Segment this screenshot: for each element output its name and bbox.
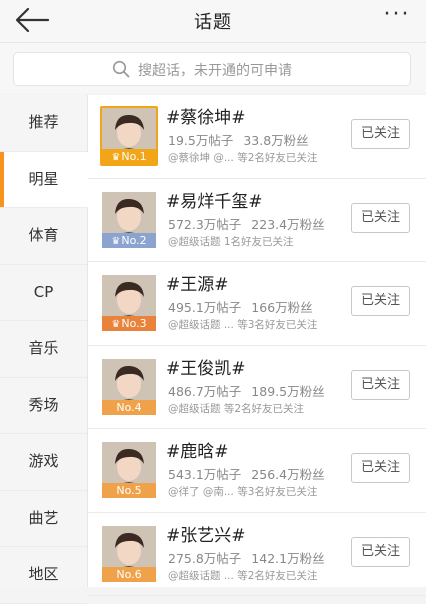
topic-list: ♛No.1 #蔡徐坤# 19.5万帖子 33.8万粉丝 @蔡徐坤 @... 等2名… [88,95,426,596]
topic-name[interactable]: #王源# [166,270,229,295]
rank-badge: ♛No.4 [102,399,156,415]
crown-icon: ♛ [111,235,121,247]
sidebar-item-games[interactable]: 游戏 [0,434,87,491]
page-title: 话题 [194,12,232,33]
topic-stats: 572.3万帖子 223.4万粉丝 [168,214,325,233]
post-count: 543.1万帖子 [168,467,242,482]
topic-name[interactable]: #鹿晗# [166,437,229,462]
fan-count: 33.8万粉丝 [243,133,309,148]
topic-row[interactable]: ♛No.3 #王源# 495.1万帖子 166万粉丝 @超级话题 ... 等3名好… [88,262,426,346]
friends-followed: @超级话题 ... 等2名好友已关注 [168,569,318,582]
sidebar-item-cp[interactable]: CP [0,265,87,321]
post-count: 275.8万帖子 [168,550,242,566]
fan-count: 189.5万粉丝 [251,383,325,399]
topic-stats: 275.8万帖子 142.1万粉丝 [168,548,325,567]
sidebar-item-recommend[interactable]: 推荐 [0,95,87,152]
rank-badge: ♛No.3 [102,316,156,331]
rank-badge: ♛No.5 [102,483,156,498]
topic-name[interactable]: #蔡徐坤# [166,103,246,128]
follow-button[interactable]: 已关注 [351,202,410,233]
post-count: 19.5万帖子 [168,133,234,148]
friends-followed: @蔡徐坤 @... 等2名好友已关注 [168,152,318,164]
topic-name[interactable]: #王俊凯# [166,354,246,379]
sidebar-item-sports[interactable]: 体育 [0,208,87,265]
friends-followed: @超级话题 ... 等3名好友已关注 [168,319,318,331]
friends-followed: @超级话题 1名好友已关注 [168,235,294,248]
sidebar-item-show[interactable]: 秀场 [0,378,87,434]
topic-row[interactable]: ♛No.5 #鹿晗# 543.1万帖子 256.4万粉丝 @徉了 @南... 等3… [88,429,426,513]
rank-badge: ♛No.1 [102,149,156,164]
fan-count: 166万粉丝 [251,300,313,315]
sidebar-item-region[interactable]: 地区 [0,547,87,604]
follow-button[interactable]: 已关注 [351,453,410,483]
sidebar-item-opera[interactable]: 曲艺 [0,491,87,547]
topic-row[interactable]: ♛No.6 #张艺兴# 275.8万帖子 142.1万粉丝 @超级话题 ... 等… [88,513,426,596]
avatar[interactable]: ♛No.1 [100,106,158,166]
friends-followed: @徉了 @南... 等3名好友已关注 [168,486,318,498]
topic-row[interactable]: ♛No.1 #蔡徐坤# 19.5万帖子 33.8万粉丝 @蔡徐坤 @... 等2名… [88,95,426,179]
topic-name[interactable]: #张艺兴# [166,521,246,546]
search-placeholder: 搜超话，未开通的可申请 [138,63,292,79]
topic-stats: 495.1万帖子 166万粉丝 [168,297,313,316]
crown-icon: ♛ [111,152,121,163]
topic-row[interactable]: ♛No.4 #王俊凯# 486.7万帖子 189.5万粉丝 @超级话题 等2名好友… [88,346,426,429]
fan-count: 256.4万粉丝 [251,467,325,482]
category-sidebar: 推荐 明星 体育 CP 音乐 秀场 游戏 曲艺 地区 [0,95,88,604]
avatar[interactable]: ♛No.4 [100,356,158,417]
rank-badge: ♛No.2 [102,232,156,248]
topic-row[interactable]: ♛No.2 #易烊千玺# 572.3万帖子 223.4万粉丝 @超级话题 1名好友… [88,179,426,262]
sidebar-item-stars[interactable]: 明星 [0,151,88,208]
topic-name[interactable]: #易烊千玺# [166,187,263,212]
sidebar-item-music[interactable]: 音乐 [0,321,87,378]
avatar[interactable]: ♛No.5 [100,440,158,500]
fan-count: 142.1万粉丝 [251,550,325,566]
follow-button[interactable]: 已关注 [351,286,410,316]
post-count: 572.3万帖子 [168,216,242,232]
friends-followed: @超级话题 等2名好友已关注 [168,402,305,415]
topic-stats: 19.5万帖子 33.8万粉丝 [168,130,309,149]
rank-badge: ♛No.6 [102,566,156,582]
post-count: 486.7万帖子 [168,383,242,399]
crown-icon: ♛ [111,319,121,330]
follow-button[interactable]: 已关注 [351,369,410,400]
avatar[interactable]: ♛No.6 [100,523,158,584]
top-bar: 话题 ··· [0,0,426,43]
search-bar: 搜超话，未开通的可申请 [0,43,426,93]
topic-stats: 543.1万帖子 256.4万粉丝 [168,464,325,483]
fan-count: 223.4万粉丝 [251,216,325,232]
avatar[interactable]: ♛No.2 [100,189,158,250]
post-count: 495.1万帖子 [168,300,242,315]
search-input[interactable]: 搜超话，未开通的可申请 [13,52,411,86]
follow-button[interactable]: 已关注 [351,119,410,149]
follow-button[interactable]: 已关注 [351,536,410,567]
topic-stats: 486.7万帖子 189.5万粉丝 [168,381,325,400]
avatar[interactable]: ♛No.3 [100,273,158,333]
more-dots-icon[interactable]: ··· [380,4,414,30]
search-icon [112,60,130,78]
